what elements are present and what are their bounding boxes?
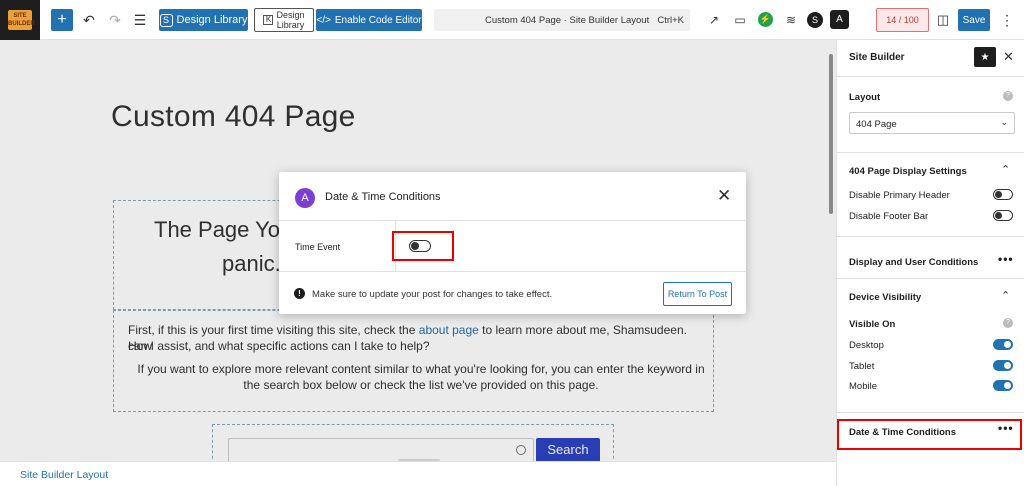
seo-score-badge[interactable]: 14 / 100 (876, 8, 929, 32)
return-to-post-button[interactable]: Return To Post (663, 282, 732, 306)
mobile-toggle[interactable] (993, 380, 1013, 391)
display-user-conditions-title[interactable]: Display and User Conditions (849, 257, 978, 268)
external-link-icon[interactable]: ↗ (705, 9, 723, 31)
astra-icon[interactable]: A (830, 10, 849, 29)
chevron-down-icon: ⌄ (1000, 117, 1008, 127)
speed-icon[interactable]: ≋ (782, 9, 800, 31)
list-view-icon[interactable]: ☰ (131, 9, 149, 31)
modal-footer: ! Make sure to update your post for chan… (279, 271, 746, 314)
layout-label: Layout (849, 92, 881, 103)
save-button[interactable]: Save (958, 9, 990, 31)
s-plugin-icon[interactable]: S (807, 12, 823, 28)
bottom-breadcrumb-bar: Site Builder Layout (0, 461, 836, 486)
design-library-secondary-line2: Library (276, 20, 305, 30)
time-event-label: Time Event (295, 242, 341, 252)
redo-icon[interactable]: ↷ (106, 9, 124, 31)
display-settings-title[interactable]: 404 Page Display Settings (849, 166, 967, 177)
canvas-scrollbar[interactable] (828, 42, 834, 462)
disable-footer-label: Disable Footer Bar (849, 211, 929, 222)
device-tablet-label: Tablet (849, 361, 875, 372)
design-library-icon: S (159, 13, 173, 27)
disable-header-toggle[interactable] (993, 189, 1013, 200)
layout-select[interactable]: 404 Page ⌄ (849, 112, 1015, 134)
device-desktop-label: Desktop (849, 340, 884, 351)
warning-icon: ! (294, 288, 305, 299)
device-mobile-label: Mobile (849, 381, 877, 392)
help-icon[interactable]: ? (1003, 318, 1013, 328)
seo-score-value: 14 / 100 (886, 15, 919, 25)
modal-title: Date & Time Conditions (325, 191, 441, 203)
scrollbar-thumb[interactable] (829, 54, 833, 214)
undo-icon[interactable]: ↶ (80, 9, 98, 31)
close-icon[interactable]: ✕ (1003, 49, 1014, 65)
date-time-conditions-modal: A Date & Time Conditions ✕ Time Event ! … (279, 172, 746, 314)
design-library-secondary-line1: Design (276, 10, 305, 20)
breadcrumb-site-builder-layout[interactable]: Site Builder Layout (20, 469, 108, 481)
top-toolbar: SITE BUILDER + ↶ ↷ ☰ S Design Library K … (0, 0, 1024, 40)
disable-header-label: Disable Primary Header (849, 190, 950, 201)
add-block-button[interactable]: + (51, 9, 73, 31)
more-icon[interactable]: ••• (998, 252, 1014, 266)
highlight-time-event-toggle (392, 231, 454, 261)
command-palette[interactable]: Custom 404 Page · Site Builder Layout Ct… (434, 9, 690, 31)
sidebar-title: Site Builder (849, 52, 905, 63)
preview-device-icon[interactable]: ▭ (731, 9, 749, 31)
divider (837, 236, 1024, 237)
modal-message: Make sure to update your post for change… (312, 289, 553, 300)
device-visibility-title[interactable]: Device Visibility (849, 292, 921, 303)
astra-logo-icon: A (295, 188, 315, 208)
more-options-icon[interactable]: ⋮ (998, 9, 1016, 31)
library-icon: K (263, 15, 274, 25)
command-title: Custom 404 Page · Site Builder Layout (485, 15, 650, 26)
tablet-toggle[interactable] (993, 360, 1013, 371)
performance-icon[interactable]: ⚡ (758, 12, 773, 27)
site-logo-text: SITE BUILDER (8, 10, 35, 30)
highlight-date-time-section (837, 419, 1022, 450)
visible-on-label: Visible On (849, 319, 896, 330)
command-shortcut: Ctrl+K (657, 15, 684, 26)
site-logo[interactable]: SITE BUILDER (0, 0, 40, 40)
disable-footer-toggle[interactable] (993, 210, 1013, 221)
design-library-label: Design Library (176, 14, 248, 26)
enable-code-editor-button[interactable]: </> Enable Code Editor (316, 9, 422, 31)
code-icon: </> (316, 14, 331, 26)
design-library-button[interactable]: S Design Library (159, 9, 248, 31)
help-icon[interactable]: ? (1003, 91, 1013, 101)
chevron-up-icon[interactable]: ⌃ (1001, 289, 1010, 302)
divider (837, 278, 1024, 279)
star-icon[interactable]: ★ (974, 47, 996, 67)
desktop-toggle[interactable] (993, 339, 1013, 350)
design-library-secondary-label: Design Library (276, 10, 304, 30)
close-icon[interactable]: ✕ (717, 186, 731, 206)
design-library-secondary-button[interactable]: K Design Library (254, 8, 314, 32)
modal-divider (279, 220, 746, 221)
chevron-up-icon[interactable]: ⌃ (1001, 163, 1010, 176)
divider (837, 412, 1024, 413)
sidebar-toggle-icon[interactable]: ◫ (934, 9, 952, 31)
divider (837, 152, 1024, 153)
layout-select-value: 404 Page (856, 119, 897, 130)
divider (837, 76, 1024, 77)
code-editor-label: Enable Code Editor (334, 14, 422, 26)
